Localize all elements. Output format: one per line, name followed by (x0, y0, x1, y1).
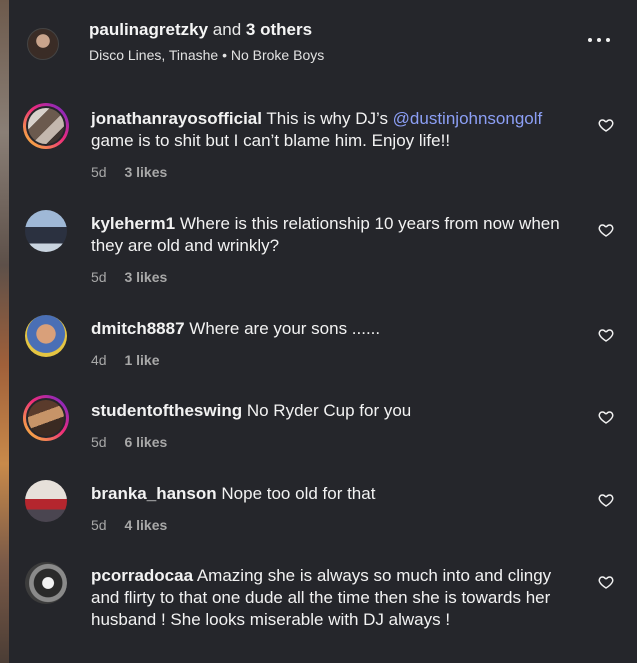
comment-likes[interactable]: 3 likes (124, 269, 167, 285)
heart-outline-icon[interactable] (598, 409, 614, 425)
avatar (26, 106, 66, 146)
comment-text: studentoftheswing No Ryder Cup for you (91, 400, 581, 422)
comment-username[interactable]: dmitch8887 (91, 319, 185, 338)
author-avatar[interactable] (27, 28, 59, 60)
mention-link[interactable]: @dustinjohnsongolf (393, 109, 543, 128)
comment-likes[interactable]: 6 likes (124, 434, 167, 450)
heart-outline-icon[interactable] (598, 222, 614, 238)
comment-username[interactable]: jonathanrayosofficial (91, 109, 262, 128)
comment-time: 5d (91, 269, 107, 285)
comment-text: dmitch8887 Where are your sons ...... (91, 318, 581, 340)
comment-body: Nope too old for that (221, 484, 376, 503)
comment-likes[interactable]: 4 likes (124, 517, 167, 533)
author-username[interactable]: paulinagretzky (89, 20, 208, 39)
comment-meta: 5d 6 likes (91, 434, 167, 450)
heart-outline-icon[interactable] (598, 117, 614, 133)
avatar (26, 398, 66, 438)
and-text: and (212, 20, 242, 39)
avatar (25, 562, 67, 604)
comment-meta: 4d 1 like (91, 352, 160, 368)
comment-text: kyleherm1 Where is this relationship 10 … (91, 213, 581, 257)
heart-outline-icon[interactable] (598, 327, 614, 343)
heart-outline-icon[interactable] (598, 574, 614, 590)
comment-username[interactable]: kyleherm1 (91, 214, 175, 233)
comment-text: jonathanrayosofficial This is why DJ’s @… (91, 108, 581, 152)
heart-outline-icon[interactable] (598, 492, 614, 508)
comment-username[interactable]: branka_hanson (91, 484, 217, 503)
comment-text: pcorradocaa Amazing she is always so muc… (91, 565, 581, 631)
comment-time: 5d (91, 164, 107, 180)
comment-body: This is why DJ’s (266, 109, 393, 128)
avatar-wrapper[interactable] (23, 560, 69, 606)
comment-meta: 5d 4 likes (91, 517, 167, 533)
comment-meta: 5d 3 likes (91, 269, 167, 285)
comment-time: 5d (91, 434, 107, 450)
more-horizontal-icon[interactable] (587, 28, 611, 52)
avatar (25, 210, 67, 252)
comment-body: No Ryder Cup for you (246, 401, 412, 420)
avatar-wrapper[interactable] (23, 478, 69, 524)
comment-likes[interactable]: 1 like (124, 352, 159, 368)
comment-time: 4d (91, 352, 107, 368)
background-photo-edge (0, 0, 9, 663)
others-link[interactable]: 3 others (246, 20, 312, 39)
audio-track[interactable]: Disco Lines, Tinashe • No Broke Boys (89, 47, 324, 63)
comment-likes[interactable]: 3 likes (124, 164, 167, 180)
post-header: paulinagretzky and 3 others Disco Lines,… (9, 0, 637, 86)
comment-time: 5d (91, 517, 107, 533)
avatar-story-ring[interactable] (23, 103, 69, 149)
comment-body: game is to shit but I can’t blame him. E… (91, 131, 451, 150)
comment-username[interactable]: studentoftheswing (91, 401, 242, 420)
avatar-wrapper[interactable] (23, 208, 69, 254)
avatar-wrapper[interactable] (23, 313, 69, 359)
comment-text: branka_hanson Nope too old for that (91, 483, 581, 505)
avatar (25, 315, 67, 357)
comments-panel: paulinagretzky and 3 others Disco Lines,… (9, 0, 637, 663)
post-authors: paulinagretzky and 3 others (89, 20, 312, 40)
comment-meta: 5d 3 likes (91, 164, 167, 180)
comment-body: Where are your sons ...... (189, 319, 381, 338)
comment-username[interactable]: pcorradocaa (91, 566, 193, 585)
avatar-story-ring[interactable] (23, 395, 69, 441)
avatar (25, 480, 67, 522)
